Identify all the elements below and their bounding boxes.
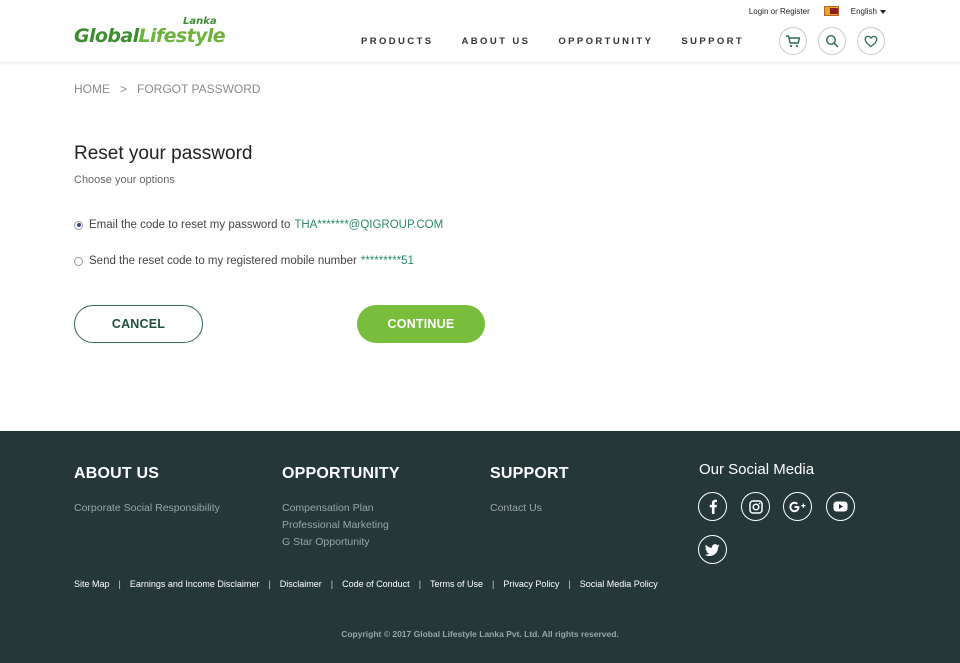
global-lifestyle-logo[interactable]: Lanka GlobalLifestyle — [74, 16, 226, 48]
caret-down-icon — [880, 9, 886, 14]
footer-link-compensation-plan[interactable]: Compensation Plan — [282, 502, 374, 514]
nav-about-us[interactable]: ABOUT US — [462, 36, 531, 47]
cart-icon — [786, 35, 801, 48]
link-separator: | — [492, 579, 495, 589]
link-site-map[interactable]: Site Map — [74, 579, 110, 589]
continue-button[interactable]: CONTINUE — [357, 305, 485, 343]
language-selector[interactable]: English — [851, 7, 886, 16]
language-label: English — [850, 6, 877, 16]
instagram-icon — [748, 499, 763, 514]
main-nav: PRODUCTS ABOUT US OPPORTUNITY SUPPORT — [361, 36, 772, 47]
page-subtitle: Choose your options — [74, 174, 175, 186]
footer-link-professional-marketing[interactable]: Professional Marketing — [282, 519, 389, 531]
link-terms-of-use[interactable]: Terms of Use — [430, 579, 483, 589]
search-icon — [825, 34, 839, 48]
footer-bottom-links: Site Map | Earnings and Income Disclaime… — [74, 579, 658, 589]
footer-link-g-star-opportunity[interactable]: G Star Opportunity — [282, 536, 370, 548]
page-title: Reset your password — [74, 143, 253, 164]
breadcrumb-current: FORGOT PASSWORD — [137, 82, 261, 96]
link-separator: | — [568, 579, 571, 589]
footer-support-title: SUPPORT — [490, 465, 569, 482]
link-privacy-policy[interactable]: Privacy Policy — [503, 579, 559, 589]
link-separator: | — [330, 579, 334, 589]
logo-word-2: Lifestyle — [138, 25, 226, 47]
google-plus-icon — [788, 501, 805, 512]
google-plus-button[interactable] — [783, 492, 812, 521]
wishlist-button[interactable] — [857, 27, 885, 55]
link-separator: | — [418, 579, 422, 589]
mobile-option-label: Send the reset code to my registered mob… — [89, 255, 357, 267]
footer-link-contact-us[interactable]: Contact Us — [490, 502, 542, 514]
breadcrumb-separator: > — [120, 82, 128, 96]
sri-lanka-flag-icon — [823, 6, 839, 16]
youtube-button[interactable] — [826, 492, 855, 521]
heart-icon — [864, 35, 878, 47]
social-media-title: Our Social Media — [699, 461, 815, 478]
search-button[interactable] — [818, 27, 846, 55]
link-separator: | — [268, 579, 271, 589]
youtube-icon — [833, 501, 848, 512]
link-separator: | — [118, 579, 121, 589]
mobile-option-radio[interactable] — [74, 256, 83, 266]
site-footer: ABOUT US Corporate Social Responsibility… — [0, 431, 960, 663]
cart-button[interactable] — [779, 27, 807, 55]
footer-about-title: ABOUT US — [74, 465, 160, 482]
instagram-button[interactable] — [741, 492, 770, 521]
nav-products[interactable]: PRODUCTS — [361, 36, 434, 47]
utility-bar: Login or Register English — [749, 4, 886, 18]
mobile-option[interactable]: Send the reset code to my registered mob… — [74, 255, 414, 267]
footer-opportunity-title: OPPORTUNITY — [282, 465, 400, 482]
cancel-button[interactable]: CANCEL — [74, 305, 203, 343]
nav-support[interactable]: SUPPORT — [681, 36, 744, 47]
nav-opportunity[interactable]: OPPORTUNITY — [558, 36, 653, 47]
logo-word-1: Global — [74, 25, 139, 47]
masked-mobile-number: *********51 — [360, 255, 414, 267]
twitter-button[interactable] — [698, 535, 727, 564]
breadcrumb: HOME > FORGOT PASSWORD — [74, 82, 261, 96]
link-disclaimer[interactable]: Disclaimer — [280, 579, 322, 589]
facebook-button[interactable] — [698, 492, 727, 521]
breadcrumb-home[interactable]: HOME — [74, 82, 110, 96]
link-code-of-conduct[interactable]: Code of Conduct — [342, 579, 410, 589]
email-option-radio[interactable] — [74, 220, 83, 230]
email-option-label: Email the code to reset my password to — [89, 219, 291, 231]
footer-link-csr[interactable]: Corporate Social Responsibility — [74, 502, 220, 514]
site-header: Lanka GlobalLifestyle Login or Register … — [0, 0, 960, 63]
link-earnings-disclaimer[interactable]: Earnings and Income Disclaimer — [130, 579, 260, 589]
masked-email: THA*******@QIGROUP.COM — [294, 219, 444, 231]
link-social-media-policy[interactable]: Social Media Policy — [580, 579, 658, 589]
facebook-icon — [709, 499, 717, 514]
login-register-link[interactable]: Login or Register — [749, 7, 810, 16]
copyright-text: Copyright © 2017 Global Lifestyle Lanka … — [341, 629, 619, 639]
twitter-icon — [705, 543, 720, 556]
email-option[interactable]: Email the code to reset my password to T… — [74, 219, 443, 231]
logo-main-text: GlobalLifestyle — [74, 25, 226, 47]
